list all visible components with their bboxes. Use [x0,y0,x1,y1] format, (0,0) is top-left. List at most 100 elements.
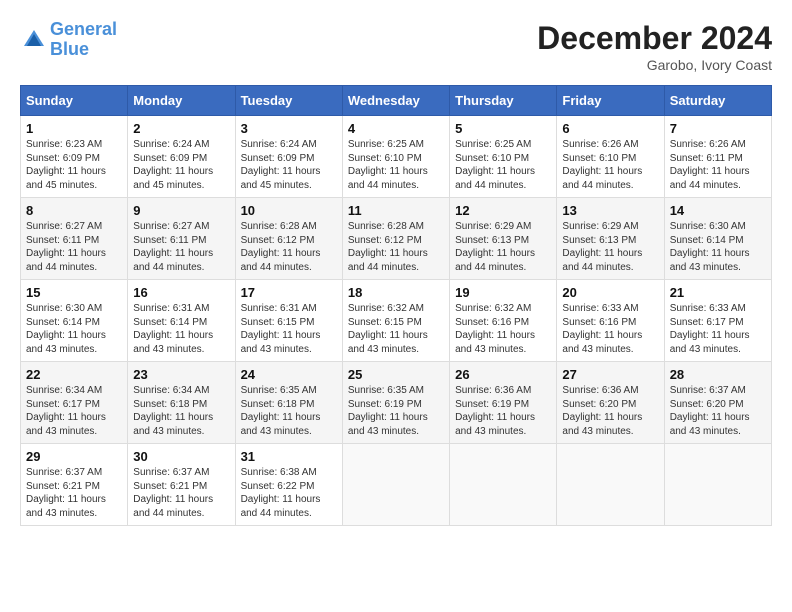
day-number: 24 [241,367,337,382]
day-number: 5 [455,121,551,136]
day-info: Sunrise: 6:25 AMSunset: 6:10 PMDaylight:… [455,138,551,192]
day-number: 20 [562,285,658,300]
day-number: 23 [133,367,229,382]
calendar-cell: 10 Sunrise: 6:28 AMSunset: 6:12 PMDayligh… [235,198,342,280]
col-header-wednesday: Wednesday [342,86,449,116]
day-info: Sunrise: 6:37 AMSunset: 6:20 PMDaylight:… [670,384,766,438]
logo-text: General Blue [50,20,117,60]
logo-icon [20,26,48,54]
calendar-week-row: 29 Sunrise: 6:37 AMSunset: 6:21 PMDayligh… [21,444,772,526]
calendar-cell: 7 Sunrise: 6:26 AMSunset: 6:11 PMDaylight… [664,116,771,198]
day-info: Sunrise: 6:24 AMSunset: 6:09 PMDaylight:… [133,138,229,192]
calendar-cell: 20Sunrise: 6:33 AMSunset: 6:16 PMDayligh… [557,280,664,362]
col-header-tuesday: Tuesday [235,86,342,116]
day-info: Sunrise: 6:33 AMSunset: 6:17 PMDaylight:… [670,302,766,356]
day-number: 30 [133,449,229,464]
day-number: 21 [670,285,766,300]
day-info: Sunrise: 6:34 AMSunset: 6:17 PMDaylight:… [26,384,122,438]
calendar-cell: 28Sunrise: 6:37 AMSunset: 6:20 PMDayligh… [664,362,771,444]
logo: General Blue [20,20,117,60]
calendar-cell: 4Sunrise: 6:25 AMSunset: 6:10 PMDaylight… [342,116,449,198]
day-info: Sunrise: 6:30 AMSunset: 6:14 PMDaylight:… [670,220,766,274]
day-info: Sunrise: 6:37 AMSunset: 6:21 PMDaylight:… [26,466,122,520]
header: General Blue December 2024 Garobo, Ivory… [20,20,772,73]
calendar-cell: 19 Sunrise: 6:32 AMSunset: 6:16 PMDayligh… [450,280,557,362]
day-number: 14 [670,203,766,218]
day-number: 1 [26,121,122,136]
calendar-cell: 30 Sunrise: 6:37 AMSunset: 6:21 PMDayligh… [128,444,235,526]
day-number: 8 [26,203,122,218]
day-info: Sunrise: 6:31 AMSunset: 6:14 PMDaylight:… [133,302,229,356]
col-header-saturday: Saturday [664,86,771,116]
day-info: Sunrise: 6:35 AMSunset: 6:19 PMDaylight:… [348,384,444,438]
day-info: Sunrise: 6:32 AMSunset: 6:15 PMDaylight:… [348,302,444,356]
day-number: 18 [348,285,444,300]
calendar-week-row: 8 Sunrise: 6:27 AMSunset: 6:11 PMDaylight… [21,198,772,280]
page: General Blue December 2024 Garobo, Ivory… [0,0,792,612]
calendar-cell: 26 Sunrise: 6:36 AMSunset: 6:19 PMDayligh… [450,362,557,444]
calendar-cell: 12 Sunrise: 6:29 AMSunset: 6:13 PMDayligh… [450,198,557,280]
day-info: Sunrise: 6:36 AMSunset: 6:19 PMDaylight:… [455,384,551,438]
calendar-week-row: 1Sunrise: 6:23 AMSunset: 6:09 PMDaylight… [21,116,772,198]
calendar-week-row: 15 Sunrise: 6:30 AMSunset: 6:14 PMDayligh… [21,280,772,362]
day-info: Sunrise: 6:36 AMSunset: 6:20 PMDaylight:… [562,384,658,438]
day-number: 31 [241,449,337,464]
calendar-cell: 27 Sunrise: 6:36 AMSunset: 6:20 PMDayligh… [557,362,664,444]
day-info: Sunrise: 6:29 AMSunset: 6:13 PMDaylight:… [562,220,658,274]
col-header-monday: Monday [128,86,235,116]
day-number: 26 [455,367,551,382]
day-info: Sunrise: 6:27 AMSunset: 6:11 PMDaylight:… [26,220,122,274]
day-info: Sunrise: 6:26 AMSunset: 6:10 PMDaylight:… [562,138,658,192]
day-number: 9 [133,203,229,218]
day-number: 25 [348,367,444,382]
day-number: 27 [562,367,658,382]
day-number: 4 [348,121,444,136]
day-info: Sunrise: 6:26 AMSunset: 6:11 PMDaylight:… [670,138,766,192]
col-header-friday: Friday [557,86,664,116]
calendar-cell: 15 Sunrise: 6:30 AMSunset: 6:14 PMDayligh… [21,280,128,362]
day-info: Sunrise: 6:28 AMSunset: 6:12 PMDaylight:… [348,220,444,274]
day-number: 7 [670,121,766,136]
day-info: Sunrise: 6:30 AMSunset: 6:14 PMDaylight:… [26,302,122,356]
month-title: December 2024 [537,20,772,57]
day-number: 22 [26,367,122,382]
calendar-cell: 11 Sunrise: 6:28 AMSunset: 6:12 PMDayligh… [342,198,449,280]
calendar-cell: 3 Sunrise: 6:24 AMSunset: 6:09 PMDaylight… [235,116,342,198]
day-info: Sunrise: 6:34 AMSunset: 6:18 PMDaylight:… [133,384,229,438]
calendar-cell: 14 Sunrise: 6:30 AMSunset: 6:14 PMDayligh… [664,198,771,280]
day-number: 10 [241,203,337,218]
calendar-cell: 8 Sunrise: 6:27 AMSunset: 6:11 PMDaylight… [21,198,128,280]
calendar-cell: 24Sunrise: 6:35 AMSunset: 6:18 PMDayligh… [235,362,342,444]
day-number: 13 [562,203,658,218]
calendar-cell: 31 Sunrise: 6:38 AMSunset: 6:22 PMDayligh… [235,444,342,526]
calendar-cell [664,444,771,526]
day-info: Sunrise: 6:28 AMSunset: 6:12 PMDaylight:… [241,220,337,274]
calendar-header-row: SundayMondayTuesdayWednesdayThursdayFrid… [21,86,772,116]
calendar-cell: 29 Sunrise: 6:37 AMSunset: 6:21 PMDayligh… [21,444,128,526]
logo-line2: Blue [50,39,89,59]
calendar-cell [450,444,557,526]
day-info: Sunrise: 6:27 AMSunset: 6:11 PMDaylight:… [133,220,229,274]
day-number: 29 [26,449,122,464]
day-info: Sunrise: 6:32 AMSunset: 6:16 PMDaylight:… [455,302,551,356]
day-number: 19 [455,285,551,300]
calendar-cell: 5 Sunrise: 6:25 AMSunset: 6:10 PMDaylight… [450,116,557,198]
calendar-cell: 17Sunrise: 6:31 AMSunset: 6:15 PMDayligh… [235,280,342,362]
day-number: 16 [133,285,229,300]
calendar-cell: 13 Sunrise: 6:29 AMSunset: 6:13 PMDayligh… [557,198,664,280]
day-number: 15 [26,285,122,300]
col-header-thursday: Thursday [450,86,557,116]
day-number: 11 [348,203,444,218]
day-number: 6 [562,121,658,136]
calendar-week-row: 22 Sunrise: 6:34 AMSunset: 6:17 PMDayligh… [21,362,772,444]
day-info: Sunrise: 6:38 AMSunset: 6:22 PMDaylight:… [241,466,337,520]
day-info: Sunrise: 6:37 AMSunset: 6:21 PMDaylight:… [133,466,229,520]
day-info: Sunrise: 6:31 AMSunset: 6:15 PMDaylight:… [241,302,337,356]
day-number: 3 [241,121,337,136]
calendar-cell: 23 Sunrise: 6:34 AMSunset: 6:18 PMDayligh… [128,362,235,444]
day-number: 12 [455,203,551,218]
calendar-table: SundayMondayTuesdayWednesdayThursdayFrid… [20,85,772,526]
day-info: Sunrise: 6:24 AMSunset: 6:09 PMDaylight:… [241,138,337,192]
day-info: Sunrise: 6:29 AMSunset: 6:13 PMDaylight:… [455,220,551,274]
calendar-cell: 16 Sunrise: 6:31 AMSunset: 6:14 PMDayligh… [128,280,235,362]
